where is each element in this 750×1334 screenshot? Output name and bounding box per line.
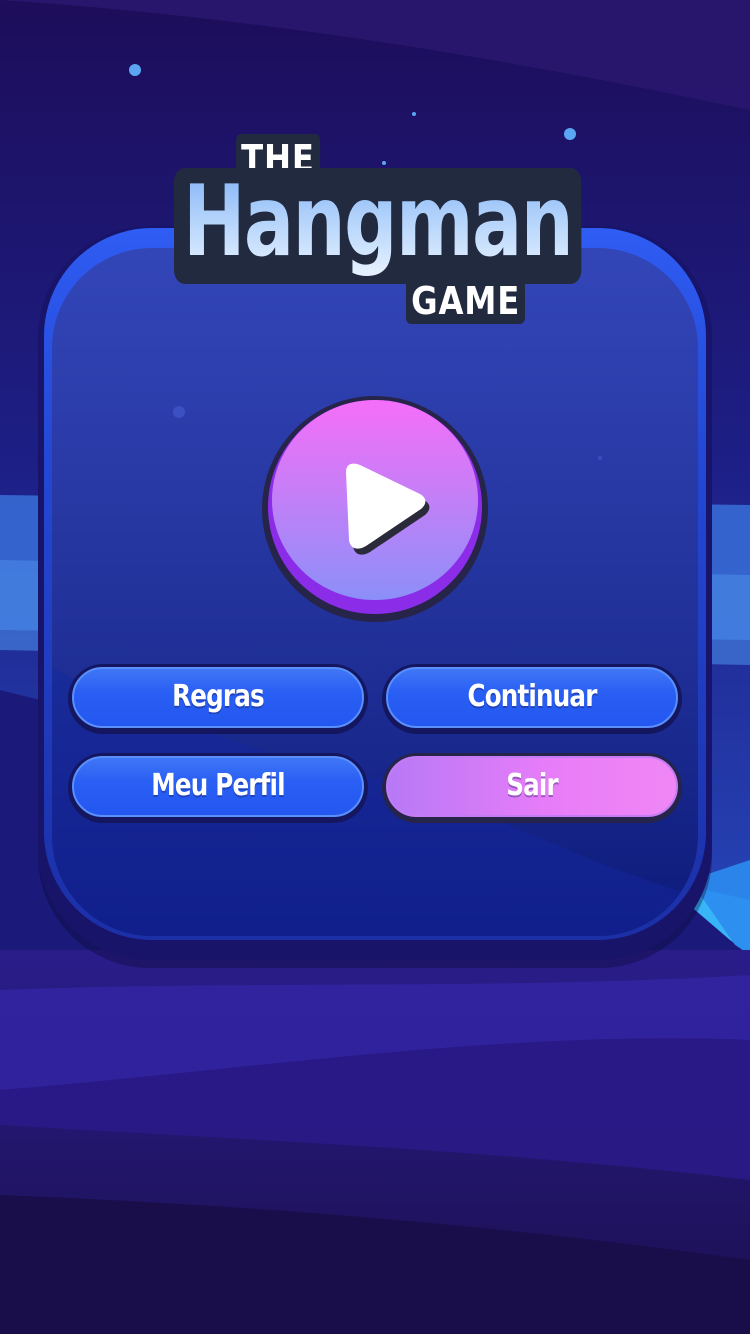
star bbox=[129, 64, 141, 76]
profile-button[interactable]: Meu Perfil bbox=[68, 753, 368, 823]
logo-title-text: Hangman bbox=[174, 165, 582, 284]
game-logo: THE Hangman GAME bbox=[170, 128, 590, 338]
exit-button-label: Sair bbox=[506, 767, 558, 803]
rules-button-label: Regras bbox=[172, 678, 265, 714]
exit-button[interactable]: Sair bbox=[382, 753, 682, 823]
play-button-face bbox=[272, 400, 478, 600]
game-menu-screen: THE Hangman GAME Regras Continuar Meu Pe… bbox=[0, 0, 750, 1334]
play-icon bbox=[346, 463, 430, 555]
logo-title-label: Hangman bbox=[183, 165, 574, 279]
profile-button-label: Meu Perfil bbox=[151, 767, 285, 803]
star bbox=[412, 112, 416, 116]
play-button[interactable] bbox=[262, 396, 488, 622]
rules-button[interactable]: Regras bbox=[68, 664, 368, 734]
continue-button-label: Continuar bbox=[467, 678, 597, 714]
logo-game-text: GAME bbox=[406, 276, 526, 324]
continue-button[interactable]: Continuar bbox=[382, 664, 682, 734]
